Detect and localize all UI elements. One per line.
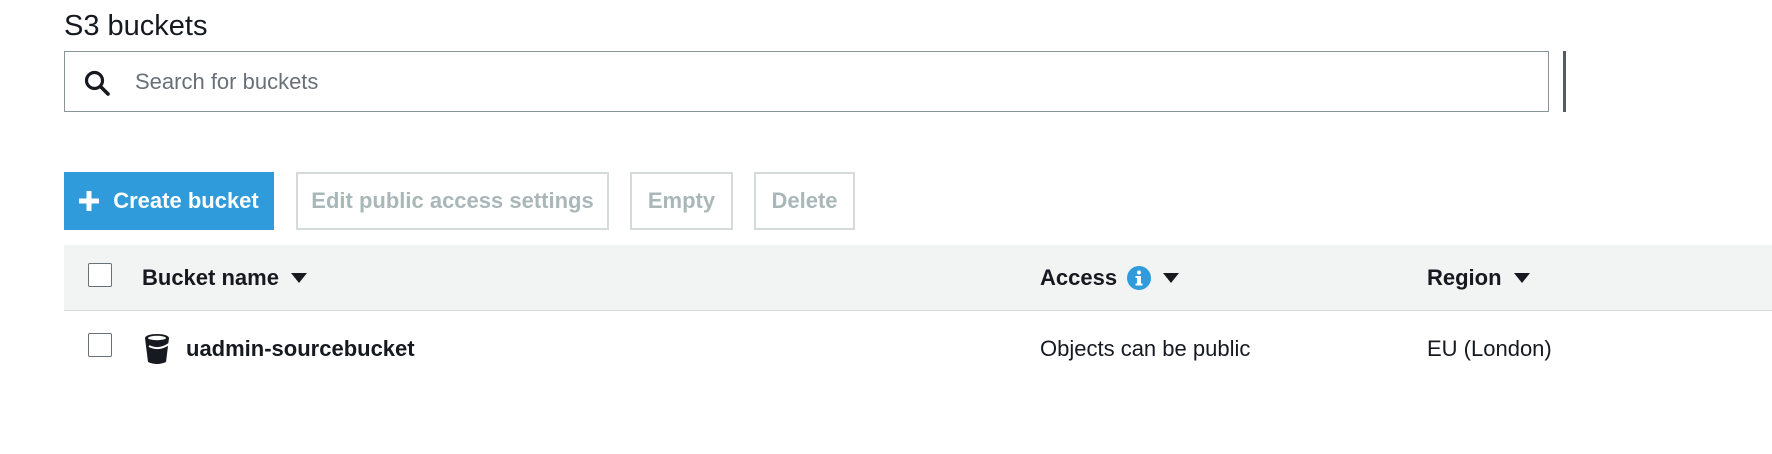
search-input[interactable] <box>135 52 1525 111</box>
row-checkbox[interactable] <box>88 333 112 357</box>
column-header-bucket-name[interactable]: Bucket name <box>142 245 307 310</box>
search-icon <box>84 70 110 96</box>
bucket-name-link[interactable]: uadmin-sourcebucket <box>186 311 415 386</box>
bucket-region-value: EU (London) <box>1427 335 1552 361</box>
info-icon[interactable] <box>1127 265 1152 290</box>
bucket-icon <box>145 334 170 364</box>
edit-public-access-label: Edit public access settings <box>311 188 594 213</box>
column-header-region[interactable]: Region <box>1427 245 1530 310</box>
plus-icon <box>79 191 100 211</box>
table-row: uadmin-sourcebucket Objects can be publi… <box>64 311 1772 386</box>
table-header: Bucket name Access Region <box>64 245 1772 311</box>
caret-down-icon <box>1513 272 1530 283</box>
right-edge-control <box>1563 51 1566 112</box>
column-header-access-label: Access <box>1040 264 1118 290</box>
column-header-access[interactable]: Access <box>1040 245 1180 310</box>
search-box[interactable] <box>64 51 1549 112</box>
edit-public-access-button[interactable]: Edit public access settings <box>296 172 609 230</box>
s3-buckets-page: S3 buckets Create bucket Edit public acc… <box>0 0 1772 454</box>
empty-button[interactable]: Empty <box>630 172 733 230</box>
select-all-checkbox[interactable] <box>88 263 112 287</box>
delete-label: Delete <box>771 188 838 213</box>
create-bucket-label: Create bucket <box>113 188 259 213</box>
caret-down-icon <box>290 272 307 283</box>
column-header-bucket-name-label: Bucket name <box>142 264 279 290</box>
page-title: S3 buckets <box>64 10 208 42</box>
delete-button[interactable]: Delete <box>754 172 855 230</box>
caret-down-icon <box>1163 272 1180 283</box>
bucket-access-value: Objects can be public <box>1040 335 1251 361</box>
empty-label: Empty <box>647 188 716 213</box>
create-bucket-button[interactable]: Create bucket <box>64 172 274 230</box>
column-header-region-label: Region <box>1427 264 1502 290</box>
